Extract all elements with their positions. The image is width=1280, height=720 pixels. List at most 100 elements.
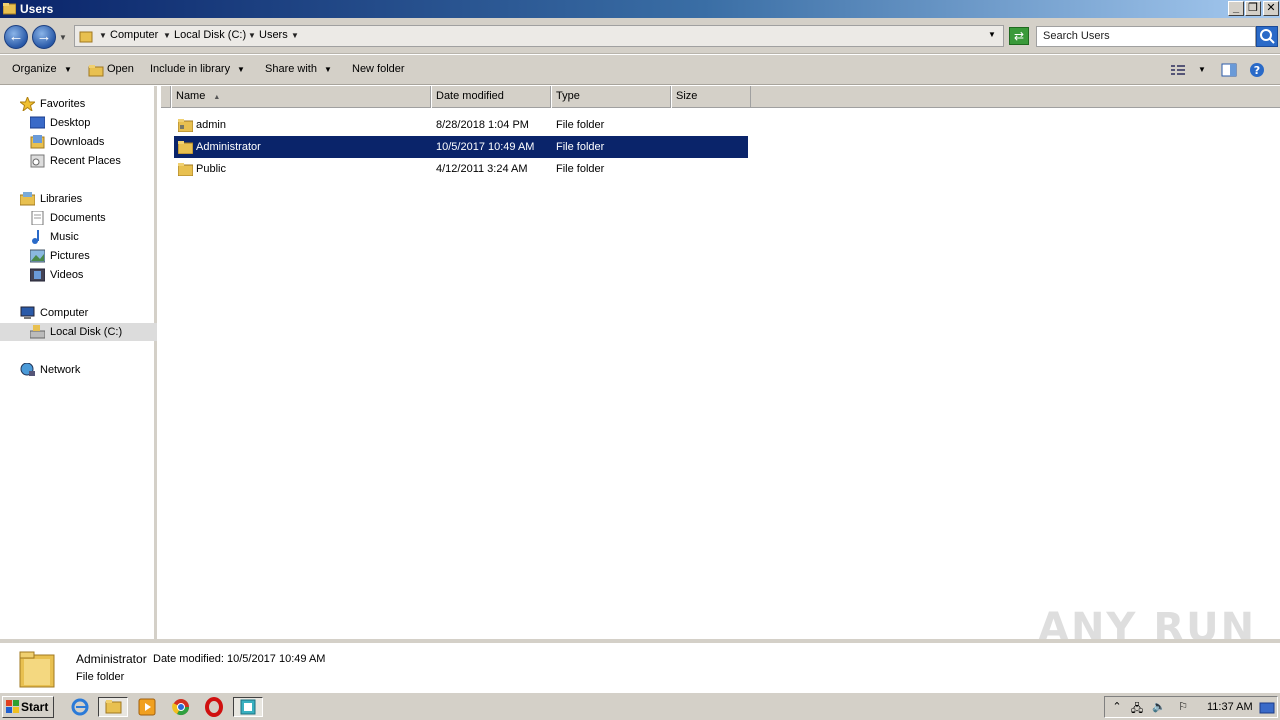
file-date: 4/12/2011 3:24 AM <box>436 163 528 175</box>
folder-icon <box>105 700 122 714</box>
breadcrumb-arrow-icon[interactable]: ▼ <box>291 31 299 40</box>
breadcrumb-arrow-icon[interactable]: ▼ <box>163 31 171 40</box>
folder-icon <box>178 141 193 154</box>
sort-ascending-icon: ▲ <box>213 94 221 101</box>
command-bar: Organize ▼ Open Include in library ▼ Sha… <box>0 55 1280 85</box>
music-icon <box>32 230 39 244</box>
volume-icon[interactable]: 🔈 <box>1151 700 1167 715</box>
view-dropdown-icon[interactable]: ▼ <box>1198 65 1206 74</box>
breadcrumb-users[interactable]: Users <box>259 29 288 41</box>
file-name: Public <box>196 163 226 175</box>
downloads-icon <box>30 135 45 149</box>
windows-logo-icon <box>6 700 19 713</box>
file-type: File folder <box>556 119 605 131</box>
show-desktop-icon[interactable] <box>1259 701 1275 716</box>
address-bar[interactable]: ▼ Computer ▼ Local Disk (C:) ▼ Users ▼ <box>74 25 1004 47</box>
refresh-button[interactable]: ⇄ <box>1009 27 1029 45</box>
file-name: admin <box>196 119 226 131</box>
search-input[interactable]: Search Users <box>1036 26 1256 47</box>
back-button[interactable]: ← <box>4 25 28 49</box>
open-icon <box>88 65 104 77</box>
search-icon <box>1260 29 1275 44</box>
folder-large-icon <box>19 651 55 688</box>
chevron-down-icon: ▼ <box>324 65 332 74</box>
file-date: 10/5/2017 10:49 AM <box>436 141 535 153</box>
minimize-button[interactable]: _ <box>1228 1 1244 16</box>
nav-libraries[interactable]: Libraries <box>20 190 150 208</box>
recent-places-icon <box>30 154 45 168</box>
chrome-icon[interactable] <box>170 697 192 717</box>
nav-desktop[interactable]: Desktop <box>30 114 150 132</box>
computer-icon <box>20 306 35 319</box>
file-type: File folder <box>556 163 605 175</box>
column-header-type[interactable]: Type <box>551 86 671 108</box>
documents-icon <box>31 211 44 225</box>
file-name: Administrator <box>196 141 261 153</box>
app-window-icon <box>240 699 256 715</box>
nav-local-disk[interactable]: Local Disk (C:) <box>0 323 157 341</box>
action-center-flag-icon[interactable]: ⚐ <box>1175 700 1191 715</box>
folder-icon <box>3 3 16 15</box>
breadcrumb-arrow-icon[interactable]: ▼ <box>248 31 256 40</box>
open-button[interactable]: Open <box>107 63 134 75</box>
address-row: ← → ▼ ▼ Computer ▼ Local Disk (C:) ▼ Use… <box>0 18 1280 54</box>
new-folder-button[interactable]: New folder <box>352 63 405 75</box>
file-date: 8/28/2018 1:04 PM <box>436 119 529 131</box>
search-button[interactable] <box>1256 26 1278 47</box>
recent-pages-dropdown[interactable]: ▼ <box>59 33 67 42</box>
nav-pictures[interactable]: Pictures <box>30 247 150 265</box>
file-type: File folder <box>556 141 605 153</box>
nav-favorites[interactable]: Favorites <box>20 95 150 113</box>
folder-icon <box>79 31 93 43</box>
nav-documents[interactable]: Documents <box>30 209 150 227</box>
network-tray-icon[interactable]: 🖧 <box>1129 700 1145 715</box>
view-options-icon[interactable] <box>1170 62 1186 78</box>
chevron-down-icon: ▼ <box>64 65 72 74</box>
show-hidden-icons-icon[interactable]: ⌃ <box>1109 700 1125 715</box>
app-taskbar-button[interactable] <box>233 697 263 717</box>
folder-locked-icon <box>178 119 193 132</box>
network-icon <box>20 363 35 376</box>
opera-icon[interactable] <box>203 697 225 717</box>
details-pane: Administrator Date modified: 10/5/2017 1… <box>0 639 1280 692</box>
star-icon <box>20 97 35 111</box>
breadcrumb-local-disk[interactable]: Local Disk (C:) <box>174 29 246 41</box>
forward-button[interactable]: → <box>32 25 56 49</box>
column-header-row: Name ▲ Date modified Type Size <box>160 86 1280 108</box>
internet-explorer-icon[interactable] <box>69 697 91 717</box>
include-in-library-button[interactable]: Include in library <box>150 63 230 75</box>
preview-pane-icon[interactable] <box>1221 62 1237 78</box>
organize-button[interactable]: Organize <box>12 63 57 75</box>
nav-videos[interactable]: Videos <box>30 266 150 284</box>
column-header-name[interactable]: Name ▲ <box>171 86 431 108</box>
navigation-pane: Favorites Desktop Downloads Recent Place… <box>0 86 157 639</box>
column-header-size[interactable]: Size <box>671 86 751 108</box>
file-row[interactable]: Public 4/12/2011 3:24 AM File folder <box>174 158 748 180</box>
nav-network[interactable]: Network <box>20 361 150 379</box>
system-tray: ⌃ 🖧 🔈 ⚐ 11:37 AM <box>1104 696 1278 718</box>
desktop-icon <box>30 116 45 129</box>
start-button[interactable]: Start <box>2 696 54 718</box>
nav-recent-places[interactable]: Recent Places <box>30 152 150 170</box>
explorer-taskbar-button[interactable] <box>98 697 128 717</box>
nav-music[interactable]: Music <box>30 228 150 246</box>
restore-button[interactable]: ❐ <box>1245 1 1261 16</box>
address-dropdown[interactable]: ▼ <box>988 30 996 39</box>
breadcrumb-computer[interactable]: Computer <box>110 29 158 41</box>
file-row-selected[interactable]: Administrator 10/5/2017 10:49 AM File fo… <box>174 136 748 158</box>
title-bar: Users _ ❐ ✕ <box>0 0 1280 18</box>
nav-downloads[interactable]: Downloads <box>30 133 150 151</box>
clock[interactable]: 11:37 AM <box>1207 701 1253 713</box>
close-button[interactable]: ✕ <box>1263 1 1279 16</box>
share-with-button[interactable]: Share with <box>265 63 317 75</box>
chevron-down-icon: ▼ <box>237 65 245 74</box>
column-header-date[interactable]: Date modified <box>431 86 551 108</box>
column-spacer <box>160 86 171 108</box>
pictures-icon <box>30 249 45 263</box>
window-title: Users <box>20 2 54 16</box>
breadcrumb-arrow-icon[interactable]: ▼ <box>99 31 107 40</box>
file-row[interactable]: admin 8/28/2018 1:04 PM File folder <box>174 114 748 136</box>
nav-computer[interactable]: Computer <box>20 304 150 322</box>
media-player-icon[interactable] <box>136 697 158 717</box>
help-icon[interactable]: ? <box>1249 62 1265 78</box>
